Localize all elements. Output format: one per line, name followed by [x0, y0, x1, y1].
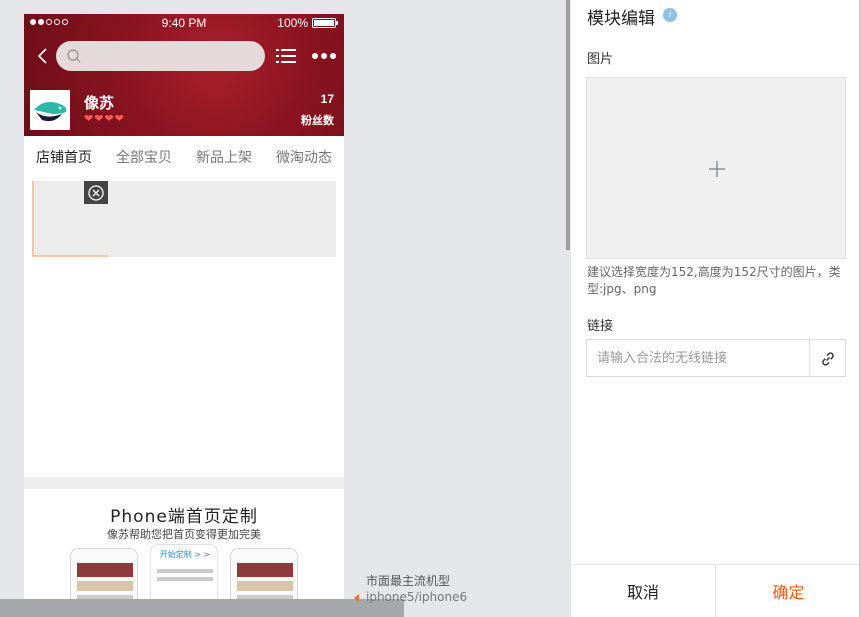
promo-title: Phone端首页定制	[110, 507, 258, 527]
status-bar: 9:40 PM 100%	[24, 14, 344, 34]
link-label: 链接	[587, 319, 614, 334]
fans-label: 粉丝数	[301, 114, 334, 127]
battery-icon	[312, 18, 338, 28]
shop-header: 9:40 PM 100% 像苏 ❤ ❤ ❤ ❤ 17 粉丝数	[24, 14, 344, 136]
shop-name: 像苏	[84, 94, 115, 112]
phone-thumbnail	[70, 548, 138, 599]
back-arrow-icon[interactable]	[36, 47, 50, 65]
shop-info: 像苏 ❤ ❤ ❤ ❤ 17 粉丝数	[24, 90, 344, 130]
image-upload-box[interactable]	[586, 77, 846, 259]
link-input[interactable]	[586, 339, 810, 377]
close-circle-icon	[88, 185, 104, 201]
shop-rating: ❤ ❤ ❤ ❤	[84, 112, 124, 125]
shop-tabs: 店铺首页 全部宝贝 新品上架 微淘动态	[24, 136, 344, 180]
fans-count: 17	[320, 92, 334, 106]
tab-weitao-feed[interactable]: 微淘动态	[264, 136, 344, 180]
cancel-button[interactable]: 取消	[571, 565, 715, 617]
bottom-scrollbar[interactable]	[0, 599, 404, 617]
link-icon	[822, 352, 834, 366]
panel-title: 模块编辑	[587, 9, 655, 29]
tab-shop-home[interactable]: 店铺首页	[24, 136, 104, 180]
caret-left-icon	[354, 594, 359, 602]
module-edit-panel: 模块编辑 i 图片 建议选择宽度为152,高度为152尺寸的图片，类型:jpg、…	[571, 0, 861, 617]
phone-thumbnail	[230, 548, 298, 599]
search-icon	[67, 49, 81, 63]
plus-icon	[709, 161, 725, 177]
vertical-scrollbar[interactable]	[566, 0, 570, 250]
device-models: iphone5/iphone6	[366, 590, 468, 604]
device-note: 市面最主流机型	[366, 574, 451, 588]
tab-new-arrivals[interactable]: 新品上架	[184, 136, 264, 180]
search-input[interactable]	[56, 41, 265, 71]
tab-all-items[interactable]: 全部宝贝	[104, 136, 184, 180]
heart-icon: ❤	[114, 112, 124, 125]
section-divider	[24, 477, 344, 489]
heart-icon: ❤	[84, 112, 94, 125]
image-label: 图片	[587, 52, 614, 67]
customize-thumbnail[interactable]: 开始定制 > >	[150, 544, 218, 599]
nav-row	[24, 40, 344, 72]
fish-logo-icon	[34, 102, 67, 122]
promo-subtitle: 像苏帮助您把首页变得更加完美	[107, 528, 261, 541]
image-module-slot[interactable]	[32, 181, 336, 257]
heart-icon: ❤	[104, 112, 114, 125]
shop-logo	[30, 90, 70, 130]
battery-percent: 100%	[277, 16, 308, 30]
image-size-hint: 建议选择宽度为152,高度为152尺寸的图片，类型:jpg、png	[587, 265, 841, 296]
phone-preview: 9:40 PM 100% 像苏 ❤ ❤ ❤ ❤ 17 粉丝数 店铺首页 全部宝贝…	[24, 14, 344, 599]
start-customize-link[interactable]: 开始定制 > >	[151, 549, 217, 560]
info-icon[interactable]: i	[663, 8, 677, 22]
link-picker-button[interactable]	[809, 339, 846, 377]
list-icon[interactable]	[276, 47, 296, 65]
battery-indicator: 100%	[277, 16, 338, 30]
more-icon[interactable]	[312, 53, 336, 59]
remove-module-button[interactable]	[84, 181, 108, 204]
confirm-button[interactable]: 确定	[715, 565, 861, 617]
heart-icon: ❤	[94, 112, 104, 125]
